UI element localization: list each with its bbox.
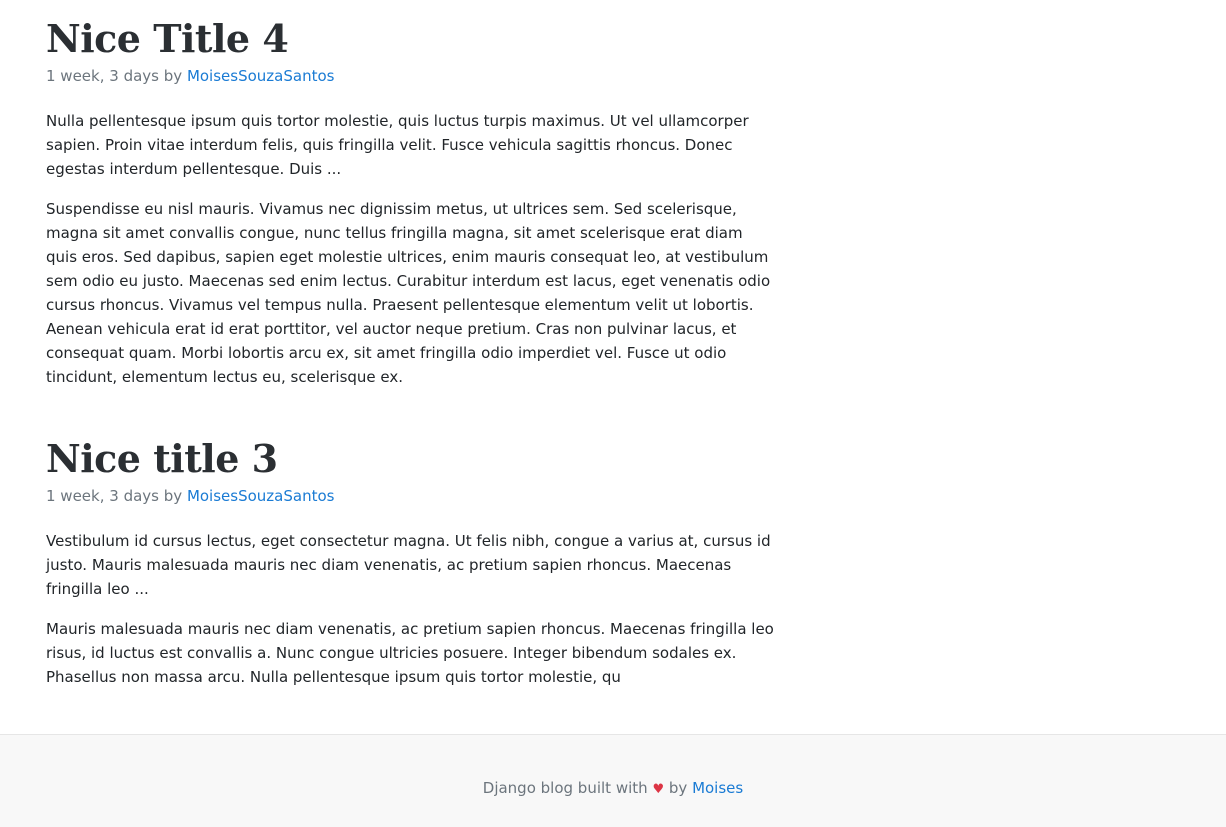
- post-content: Mauris malesuada mauris nec diam venenat…: [46, 620, 774, 686]
- post-excerpt: Nulla pellentesque ipsum quis tortor mol…: [46, 112, 749, 178]
- footer-author-link[interactable]: Moises: [692, 779, 743, 797]
- footer-by: by: [668, 779, 688, 797]
- post-author-link[interactable]: MoisesSouzaSantos: [187, 67, 335, 85]
- post-time: 1 week, 3 days by: [46, 67, 183, 85]
- post-body: Nulla pellentesque ipsum quis tortor mol…: [46, 109, 776, 389]
- post-time: 1 week, 3 days by: [46, 487, 183, 505]
- post-body: Vestibulum id cursus lectus, eget consec…: [46, 529, 776, 689]
- post-card: Nice title 3 1 week, 3 days by MoisesSou…: [46, 436, 776, 689]
- site-footer: Django blog built with ♥ by Moises: [0, 734, 1226, 827]
- post-card: Nice Title 4 1 week, 3 days by MoisesSou…: [46, 16, 776, 389]
- post-title[interactable]: Nice title 3: [46, 436, 776, 482]
- post-author-link[interactable]: MoisesSouzaSantos: [187, 487, 335, 505]
- post-title[interactable]: Nice Title 4: [46, 16, 776, 62]
- post-meta: 1 week, 3 days by MoisesSouzaSantos: [46, 65, 776, 87]
- footer-credit: Django blog built with ♥ by Moises: [0, 777, 1226, 801]
- footer-prefix: Django blog built with: [482, 779, 648, 797]
- post-excerpt: Vestibulum id cursus lectus, eget consec…: [46, 532, 771, 598]
- heart-icon: ♥: [652, 782, 665, 797]
- post-meta: 1 week, 3 days by MoisesSouzaSantos: [46, 485, 776, 507]
- post-content: Suspendisse eu nisl mauris. Vivamus nec …: [46, 200, 771, 386]
